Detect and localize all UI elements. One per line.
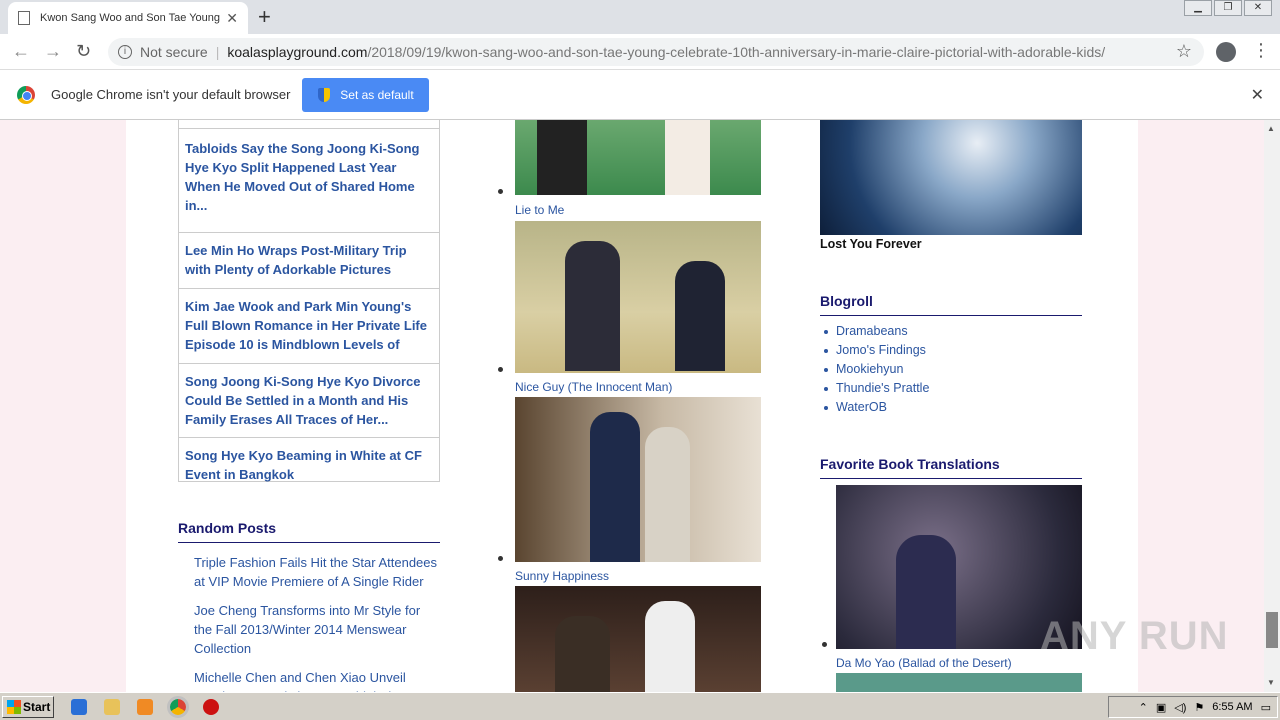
scroll-down-icon[interactable]: ▼ <box>1267 678 1275 687</box>
favorite-book-image[interactable] <box>836 673 1082 692</box>
infobar-close-icon[interactable]: ✕ <box>1251 85 1264 105</box>
blogroll-link[interactable]: WaterOB <box>820 398 1082 417</box>
internet-explorer-icon[interactable] <box>71 698 87 715</box>
drama-poster-image[interactable] <box>515 120 761 195</box>
popular-post-link[interactable]: Song Hye Kyo Beaming in White at CF Even… <box>179 437 439 491</box>
info-icon[interactable]: i <box>118 45 132 59</box>
list-bullet <box>498 189 503 194</box>
drama-poster-image[interactable] <box>515 397 761 562</box>
chrome-logo-icon <box>17 85 35 104</box>
popular-post-link[interactable]: Song Joong Ki-Song Hye Kyo Divorce Could… <box>179 363 439 437</box>
flag-icon[interactable]: ⚑ <box>1194 701 1204 714</box>
network-icon[interactable]: ▣ <box>1156 701 1166 714</box>
tab-close-icon[interactable]: ✕ <box>226 10 238 27</box>
menu-icon[interactable]: ⋮ <box>1252 40 1270 61</box>
page-content: Tabloids Say the Song Joong Ki-Song Hye … <box>126 120 1138 692</box>
restore-button[interactable]: ❐ <box>1214 0 1242 16</box>
toolbar: ← → ↻ i Not secure | koalasplayground.co… <box>0 34 1280 70</box>
drama-poster-image[interactable] <box>515 586 761 692</box>
random-posts-list: Triple Fashion Fails Hit the Star Attend… <box>178 553 440 692</box>
url-path: /2018/09/19/kwon-sang-woo-and-son-tae-yo… <box>367 44 1106 60</box>
show-desktop-icon[interactable]: ▭ <box>1261 701 1271 714</box>
popular-post-link[interactable]: Tabloids Say the Song Joong Ki-Song Hye … <box>179 128 439 232</box>
left-sidebar: Tabloids Say the Song Joong Ki-Song Hye … <box>178 120 440 692</box>
start-label: Start <box>23 699 51 714</box>
url-host: koalasplayground.com <box>227 44 368 60</box>
reload-icon[interactable]: ↻ <box>76 41 91 62</box>
list-bullet <box>498 367 503 372</box>
popular-post-link[interactable]: Lee Min Ho Wraps Post-Military Trip with… <box>179 232 439 288</box>
minimize-button[interactable]: ▁ <box>1184 0 1212 16</box>
random-post-link[interactable]: Joe Cheng Transforms into Mr Style for t… <box>178 601 440 658</box>
folder-icon[interactable] <box>104 698 120 715</box>
blogroll-list: Dramabeans Jomo's Findings Mookiehyun Th… <box>820 322 1082 417</box>
windows-flag-icon <box>7 699 21 714</box>
stop-icon[interactable] <box>203 698 219 715</box>
shield-icon <box>318 87 331 102</box>
blogroll-link[interactable]: Thundie's Prattle <box>820 379 1082 398</box>
tab-title: Kwon Sang Woo and Son Tae Young <box>40 12 221 24</box>
infobar-message: Google Chrome isn't your default browser <box>51 87 291 102</box>
browser-tab[interactable]: Kwon Sang Woo and Son Tae Young ✕ <box>8 2 248 34</box>
not-secure-label: Not secure <box>140 44 208 60</box>
blogroll-link[interactable]: Mookiehyun <box>820 360 1082 379</box>
page-scrollbar[interactable]: ▲ ▼ <box>1264 120 1280 692</box>
list-bullet <box>822 642 827 647</box>
drama-caption-link[interactable]: Sunny Happiness <box>515 569 609 583</box>
blogroll-link[interactable]: Jomo's Findings <box>820 341 1082 360</box>
system-tray: ⌃ ▣ ◁) ⚑ 6:55 AM ▭ <box>1108 696 1278 718</box>
forward-icon[interactable]: → <box>44 41 62 62</box>
scrollbar-thumb[interactable] <box>1266 612 1278 648</box>
book-cover-image[interactable] <box>820 120 1082 235</box>
back-icon[interactable]: ← <box>12 41 30 62</box>
drama-caption-link[interactable]: Nice Guy (The Innocent Man) <box>515 380 672 394</box>
default-browser-infobar: Google Chrome isn't your default browser… <box>0 70 1280 120</box>
tray-arrow-icon[interactable]: ⌃ <box>1139 701 1148 714</box>
chrome-taskbar-icon[interactable] <box>167 695 189 718</box>
book-caption: Lost You Forever <box>820 237 922 251</box>
random-posts-heading: Random Posts <box>178 520 440 543</box>
set-as-default-label: Set as default <box>340 87 414 102</box>
popular-posts-box: Tabloids Say the Song Joong Ki-Song Hye … <box>178 120 440 482</box>
watermark-logo: ANY RUN <box>1040 614 1229 658</box>
random-post-link[interactable]: Michelle Chen and Chen Xiao Unveil Head … <box>178 668 440 692</box>
tab-strip: Kwon Sang Woo and Son Tae Young ✕ + ▁ ❐ … <box>0 0 1280 34</box>
blogroll-heading: Blogroll <box>820 293 1082 316</box>
page-icon <box>18 11 30 25</box>
random-post-link[interactable]: Triple Fashion Fails Hit the Star Attend… <box>178 553 440 591</box>
clock: 6:55 AM <box>1212 701 1253 713</box>
close-window-button[interactable]: ✕ <box>1244 0 1272 16</box>
url-separator: | <box>215 44 220 60</box>
list-bullet <box>498 556 503 561</box>
address-bar[interactable]: i Not secure | koalasplayground.com /201… <box>108 38 1204 66</box>
favorite-book-caption-link[interactable]: Da Mo Yao (Ballad of the Desert) <box>836 656 1012 670</box>
window-controls: ▁ ❐ ✕ <box>1182 0 1272 16</box>
set-as-default-button[interactable]: Set as default <box>302 77 430 112</box>
media-player-icon[interactable] <box>137 698 153 715</box>
start-button[interactable]: Start <box>2 695 54 718</box>
volume-icon[interactable]: ◁) <box>1174 701 1186 714</box>
favorite-books-heading: Favorite Book Translations <box>820 456 1082 479</box>
windows-taskbar: Start ⌃ ▣ ◁) ⚑ 6:55 AM ▭ <box>0 692 1280 720</box>
new-tab-icon[interactable]: + <box>258 4 271 30</box>
account-icon[interactable] <box>1216 42 1236 62</box>
drama-poster-image[interactable] <box>515 221 761 373</box>
drama-caption-link[interactable]: Lie to Me <box>515 203 564 217</box>
scroll-up-icon[interactable]: ▲ <box>1267 124 1275 133</box>
popular-post-link[interactable]: Kim Jae Wook and Park Min Young's Full B… <box>179 288 439 363</box>
blogroll-link[interactable]: Dramabeans <box>820 322 1082 341</box>
bookmark-star-icon[interactable]: ☆ <box>1176 41 1192 62</box>
